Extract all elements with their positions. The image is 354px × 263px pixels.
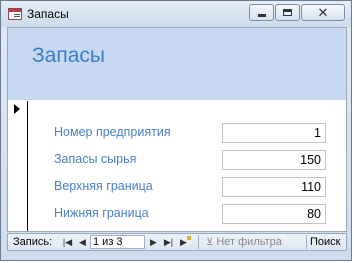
close-button[interactable]: ✕ (301, 4, 345, 21)
filter-label: Нет фильтра (216, 236, 282, 248)
minimize-icon (257, 14, 266, 17)
title-bar[interactable]: Запасы ✕ (1, 1, 351, 27)
minimize-button[interactable] (249, 4, 274, 21)
last-record-icon[interactable]: ▶| (163, 236, 174, 248)
filter-button[interactable]: ⊻ Нет фильтра (206, 236, 282, 248)
form-icon (8, 8, 22, 20)
current-record-icon (14, 104, 20, 114)
field-label-lower-limit: Нижняя граница (54, 206, 149, 220)
lower-limit-field[interactable]: 80 (222, 204, 326, 224)
previous-record-icon[interactable]: ◀ (77, 236, 88, 248)
field-label-upper-limit: Верхняя граница (54, 179, 153, 193)
form-body: Запасы Номер предприятия 1 Запасы сырья … (7, 27, 347, 232)
window-title: Запасы (27, 7, 69, 21)
field-label-company-number: Номер предприятия (54, 125, 171, 139)
first-record-icon[interactable]: |◀ (62, 236, 73, 248)
raw-stock-field[interactable]: 150 (222, 150, 326, 170)
record-label: Запись: (13, 236, 53, 248)
record-position-input[interactable] (90, 235, 145, 249)
record-navigation-bar: Запись: |◀ ◀ ▶ ▶| ▶ ⊻Нет фильтра Поиск (7, 233, 347, 251)
maximize-button[interactable] (275, 4, 300, 21)
next-record-icon[interactable]: ▶ (148, 236, 159, 248)
search-box[interactable]: Поиск (310, 236, 340, 248)
form-header: Запасы (8, 28, 346, 100)
divider (198, 235, 199, 249)
record-selector[interactable] (8, 101, 28, 231)
field-label-raw-stock: Запасы сырья (54, 152, 137, 166)
company-number-field[interactable]: 1 (222, 123, 326, 143)
new-record-icon[interactable]: ▶ (178, 236, 191, 248)
form-window: Запасы ✕ Запасы Номер предприятия 1 Запа… (0, 0, 352, 261)
divider (306, 235, 307, 249)
upper-limit-field[interactable]: 110 (222, 177, 326, 197)
form-title: Запасы (32, 44, 106, 67)
filter-icon: ⊻ (206, 237, 214, 248)
close-icon: ✕ (317, 5, 329, 20)
form-detail: Номер предприятия 1 Запасы сырья 150 Вер… (8, 101, 346, 231)
maximize-icon (283, 9, 292, 16)
